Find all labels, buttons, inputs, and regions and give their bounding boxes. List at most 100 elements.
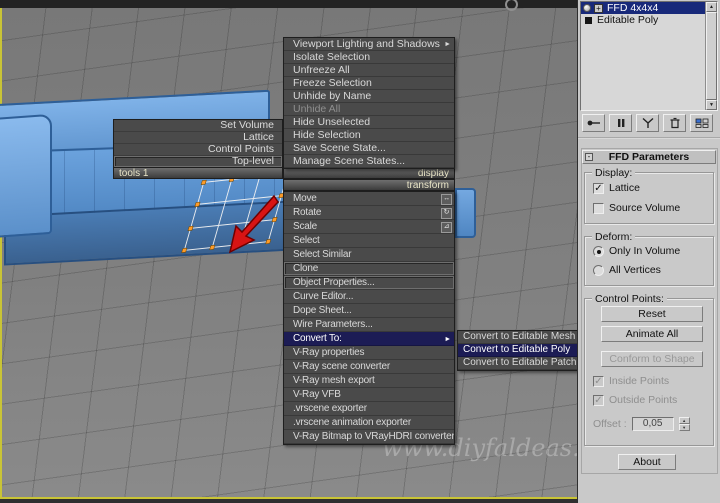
transform-gizmo-arrow[interactable] — [228, 194, 280, 256]
outside-points-checkbox: ✓ — [593, 394, 604, 406]
spinner-down-icon[interactable]: ▼ — [678, 424, 690, 431]
menu-item-manage-scene-states[interactable]: Manage Scene States... — [284, 155, 454, 168]
expand-plus-icon[interactable]: + — [594, 4, 603, 13]
viewport[interactable]: www.diyfaldeas.com Set Volume Lattice Co… — [0, 0, 577, 497]
menu-item-label: Convert To: — [293, 333, 342, 344]
menu-item-freeze-selection[interactable]: Freeze Selection — [284, 77, 454, 90]
offset-row: Offset : 0,05 ▲ ▼ — [593, 417, 690, 431]
make-unique-button[interactable] — [636, 114, 659, 132]
group-title: Display: — [592, 167, 636, 179]
sofa-right-end-mesh[interactable] — [455, 188, 476, 238]
menu-item-convert-editable-poly[interactable]: Convert to Editable Poly — [458, 344, 577, 357]
menu-item-vray-vfb[interactable]: V-Ray VFB — [284, 388, 454, 402]
checkbox-label: Lattice — [609, 182, 640, 194]
menu-item-isolate-selection[interactable]: Isolate Selection — [284, 51, 454, 64]
scroll-up-icon[interactable]: ▲ — [706, 2, 717, 12]
dial-icon — [505, 0, 518, 11]
menu-item-select[interactable]: Select — [284, 234, 454, 248]
application-window: www.diyfaldeas.com Set Volume Lattice Co… — [0, 0, 720, 503]
reset-button[interactable]: Reset — [601, 306, 703, 322]
menu-item-convert-to[interactable]: Convert To: ► — [284, 332, 454, 346]
rollout-title: FFD Parameters — [608, 151, 690, 163]
lattice-checkbox[interactable]: ✓ — [593, 182, 604, 194]
spinner-up-icon[interactable]: ▲ — [678, 417, 690, 424]
menu-item-vray-mesh-export[interactable]: V-Ray mesh export — [284, 374, 454, 388]
menu-item-scale[interactable]: Scale ⊿ — [284, 220, 454, 234]
quad-menu-tools: Set Volume Lattice Control Points Top-le… — [113, 119, 283, 169]
move-icon[interactable]: ↔ — [441, 194, 452, 205]
display-group: Display: ✓ Lattice Source Volume — [584, 167, 714, 224]
show-end-result-button[interactable] — [609, 114, 632, 132]
modifier-stack-list[interactable]: + FFD 4x4x4 Editable Poly ▲ ▼ — [580, 1, 718, 111]
menu-item-hide-selection[interactable]: Hide Selection — [284, 129, 454, 142]
checkbox-label: Inside Points — [609, 375, 670, 387]
animate-all-button[interactable]: Animate All — [601, 326, 703, 342]
only-in-volume-radio[interactable] — [593, 245, 604, 257]
menu-item-vray-bitmap-converter[interactable]: V-Ray Bitmap to VRayHDRI converter — [284, 430, 454, 444]
menu-item-curve-editor[interactable]: Curve Editor... — [284, 290, 454, 304]
about-button[interactable]: About — [618, 454, 676, 470]
sofa-armrest-mesh[interactable] — [0, 113, 52, 239]
offset-spinner[interactable]: ▲ ▼ — [678, 417, 690, 431]
source-volume-checkbox[interactable] — [593, 202, 604, 214]
pin-stack-button[interactable] — [582, 114, 605, 132]
submenu-convert-to: Convert to Editable Mesh Convert to Edit… — [457, 330, 577, 371]
menu-item-rotate[interactable]: Rotate ↻ — [284, 206, 454, 220]
menu-item-vray-scene-converter[interactable]: V-Ray scene converter — [284, 360, 454, 374]
submenu-arrow-icon: ► — [444, 41, 451, 48]
menu-item-vrscene-animation-exporter[interactable]: .vrscene animation exporter — [284, 416, 454, 430]
inside-points-checkbox-row: ✓ Inside Points — [593, 375, 669, 387]
scroll-down-icon[interactable]: ▼ — [706, 100, 717, 110]
remove-modifier-button[interactable] — [663, 114, 686, 132]
menu-item-convert-editable-mesh[interactable]: Convert to Editable Mesh — [458, 331, 577, 344]
stack-item-label: FFD 4x4x4 — [607, 2, 659, 14]
menu-item-unfreeze-all[interactable]: Unfreeze All — [284, 64, 454, 77]
menu-item-viewport-lighting[interactable]: Viewport Lighting and Shadows ► — [284, 38, 454, 51]
stack-scrollbar[interactable]: ▲ ▼ — [705, 2, 717, 110]
bulb-icon[interactable] — [583, 4, 591, 12]
stack-item-ffd[interactable]: + FFD 4x4x4 — [581, 2, 717, 14]
menu-item-dope-sheet[interactable]: Dope Sheet... — [284, 304, 454, 318]
menu-item-label: Rotate — [293, 207, 322, 218]
all-vertices-radio[interactable] — [593, 264, 604, 276]
menu-item-vray-properties[interactable]: V-Ray properties — [284, 346, 454, 360]
menu-item-save-scene-state[interactable]: Save Scene State... — [284, 142, 454, 155]
command-panel: + FFD 4x4x4 Editable Poly ▲ ▼ - FFD Para… — [577, 0, 720, 503]
menu-item-move[interactable]: Move ↔ — [284, 192, 454, 206]
viewport-top-toolbar-strip — [0, 0, 577, 11]
menu-item-object-properties[interactable]: Object Properties... — [284, 276, 454, 290]
menu-item-clone[interactable]: Clone — [284, 262, 454, 276]
menu-item-convert-editable-patch[interactable]: Convert to Editable Patch — [458, 357, 577, 370]
lattice-checkbox-row[interactable]: ✓ Lattice — [593, 182, 640, 194]
menu-item-select-similar[interactable]: Select Similar — [284, 248, 454, 262]
only-in-volume-radio-row[interactable]: Only In Volume — [593, 245, 680, 257]
menu-item-unhide-all: Unhide All — [284, 103, 454, 116]
radio-label: All Vertices — [609, 264, 661, 276]
scrollbar-thumb[interactable] — [706, 12, 717, 100]
menu-item-hide-unselected[interactable]: Hide Unselected — [284, 116, 454, 129]
trash-icon — [670, 117, 679, 129]
stack-item-editable-poly[interactable]: Editable Poly — [581, 14, 717, 26]
quad-menu-transform: Move ↔ Rotate ↻ Scale ⊿ Select Select Si… — [283, 191, 455, 445]
menu-item-vrscene-exporter[interactable]: .vrscene exporter — [284, 402, 454, 416]
menu-item-unhide-by-name[interactable]: Unhide by Name — [284, 90, 454, 103]
group-title: Control Points: — [592, 293, 667, 305]
rollout-header[interactable]: - FFD Parameters — [582, 150, 716, 164]
outside-points-checkbox-row: ✓ Outside Points — [593, 394, 677, 406]
rotate-icon[interactable]: ↻ — [441, 208, 452, 219]
menu-item-wire-parameters[interactable]: Wire Parameters... — [284, 318, 454, 332]
collapse-minus-icon[interactable]: - — [585, 153, 593, 161]
bars-icon — [617, 119, 624, 127]
source-volume-checkbox-row[interactable]: Source Volume — [593, 202, 680, 214]
menu-item-label: Viewport Lighting and Shadows — [293, 38, 440, 50]
offset-field[interactable]: 0,05 — [631, 417, 674, 431]
all-vertices-radio-row[interactable]: All Vertices — [593, 264, 661, 276]
configure-modifier-sets-button[interactable] — [690, 114, 713, 132]
scale-icon[interactable]: ⊿ — [441, 222, 452, 233]
stack-item-label: Editable Poly — [597, 14, 659, 26]
quad-header-transform: transform — [283, 179, 455, 191]
stack-toolbar — [582, 114, 718, 132]
deform-group: Deform: Only In Volume All Vertices — [584, 231, 714, 286]
inside-points-checkbox: ✓ — [593, 375, 604, 387]
submenu-arrow-icon: ► — [444, 336, 451, 343]
